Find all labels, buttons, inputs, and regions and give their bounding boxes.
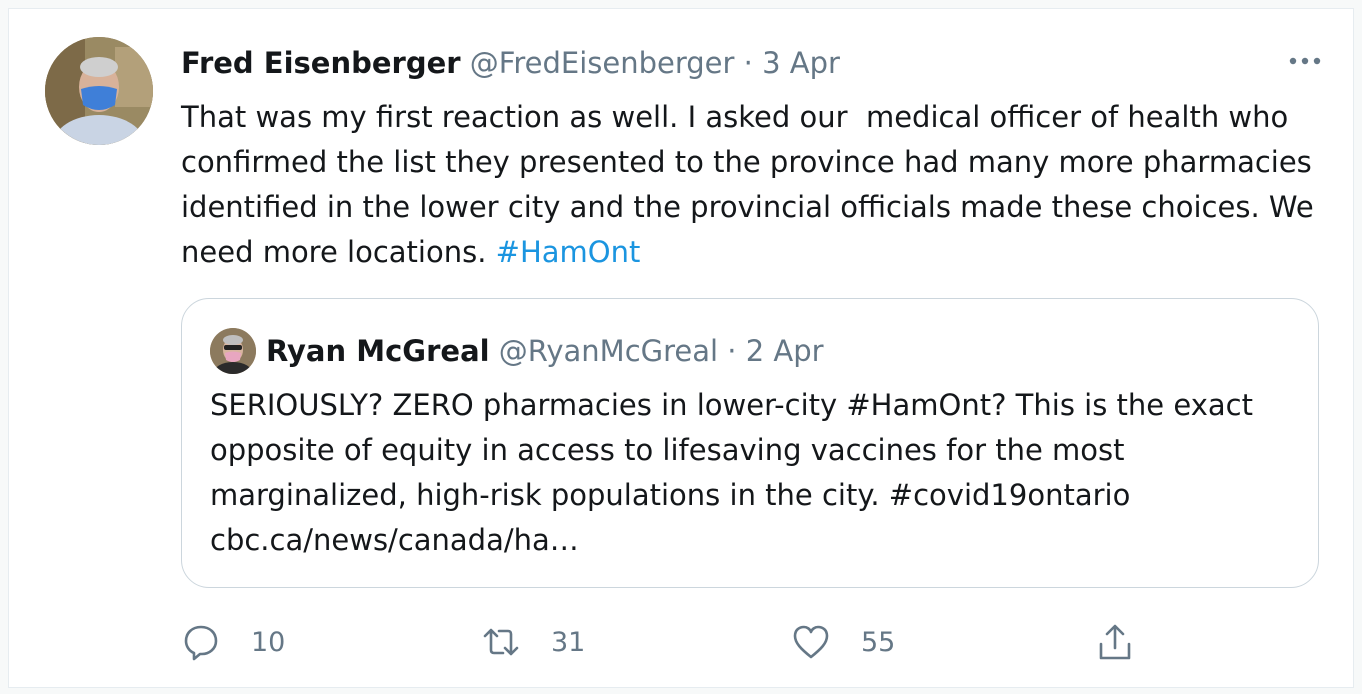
tweet-date[interactable]: 3 Apr (762, 46, 840, 80)
header-separator: · (743, 46, 753, 80)
tweet-card[interactable]: Fred Eisenberger @FredEisenberger · 3 Ap… (8, 8, 1354, 688)
retweet-icon (483, 628, 519, 656)
reply-count: 10 (251, 626, 286, 658)
like-button[interactable]: 55 (791, 617, 895, 667)
share-button[interactable] (1095, 617, 1135, 667)
quoted-tweet-date[interactable]: 2 Apr (746, 334, 824, 368)
quoted-header-separator: · (727, 334, 737, 368)
reply-icon (184, 625, 218, 661)
author-handle[interactable]: @FredEisenberger (470, 46, 735, 80)
more-horizontal-icon[interactable] (1285, 49, 1325, 73)
tweet-body: That was my first reaction as well. I as… (181, 100, 1323, 269)
like-count: 55 (861, 626, 896, 658)
quoted-author-handle[interactable]: @RyanMcGreal (499, 334, 718, 368)
quoted-author-name[interactable]: Ryan McGreal (266, 334, 490, 368)
tweet-header: Fred Eisenberger @FredEisenberger · 3 Ap… (181, 43, 840, 83)
retweet-count: 31 (551, 626, 586, 658)
quoted-tweet-header: Ryan McGreal @RyanMcGreal · 2 Apr (266, 331, 824, 371)
retweet-button[interactable]: 31 (481, 617, 585, 667)
quoted-author-avatar[interactable] (210, 328, 256, 374)
tweet-text: That was my first reaction as well. I as… (181, 95, 1341, 275)
quoted-tweet[interactable]: Ryan McGreal @RyanMcGreal · 2 Apr SERIOU… (181, 298, 1319, 588)
author-avatar[interactable] (45, 37, 153, 145)
tweet-actions: 10 31 55 (181, 617, 1321, 667)
quoted-tweet-text: SERIOUSLY? ZERO pharmacies in lower-city… (210, 388, 1253, 557)
share-icon (1099, 624, 1131, 660)
heart-icon (793, 625, 829, 659)
author-name[interactable]: Fred Eisenberger (181, 46, 461, 80)
reply-button[interactable]: 10 (181, 617, 285, 667)
hashtag-link[interactable]: #HamOnt (496, 235, 641, 269)
